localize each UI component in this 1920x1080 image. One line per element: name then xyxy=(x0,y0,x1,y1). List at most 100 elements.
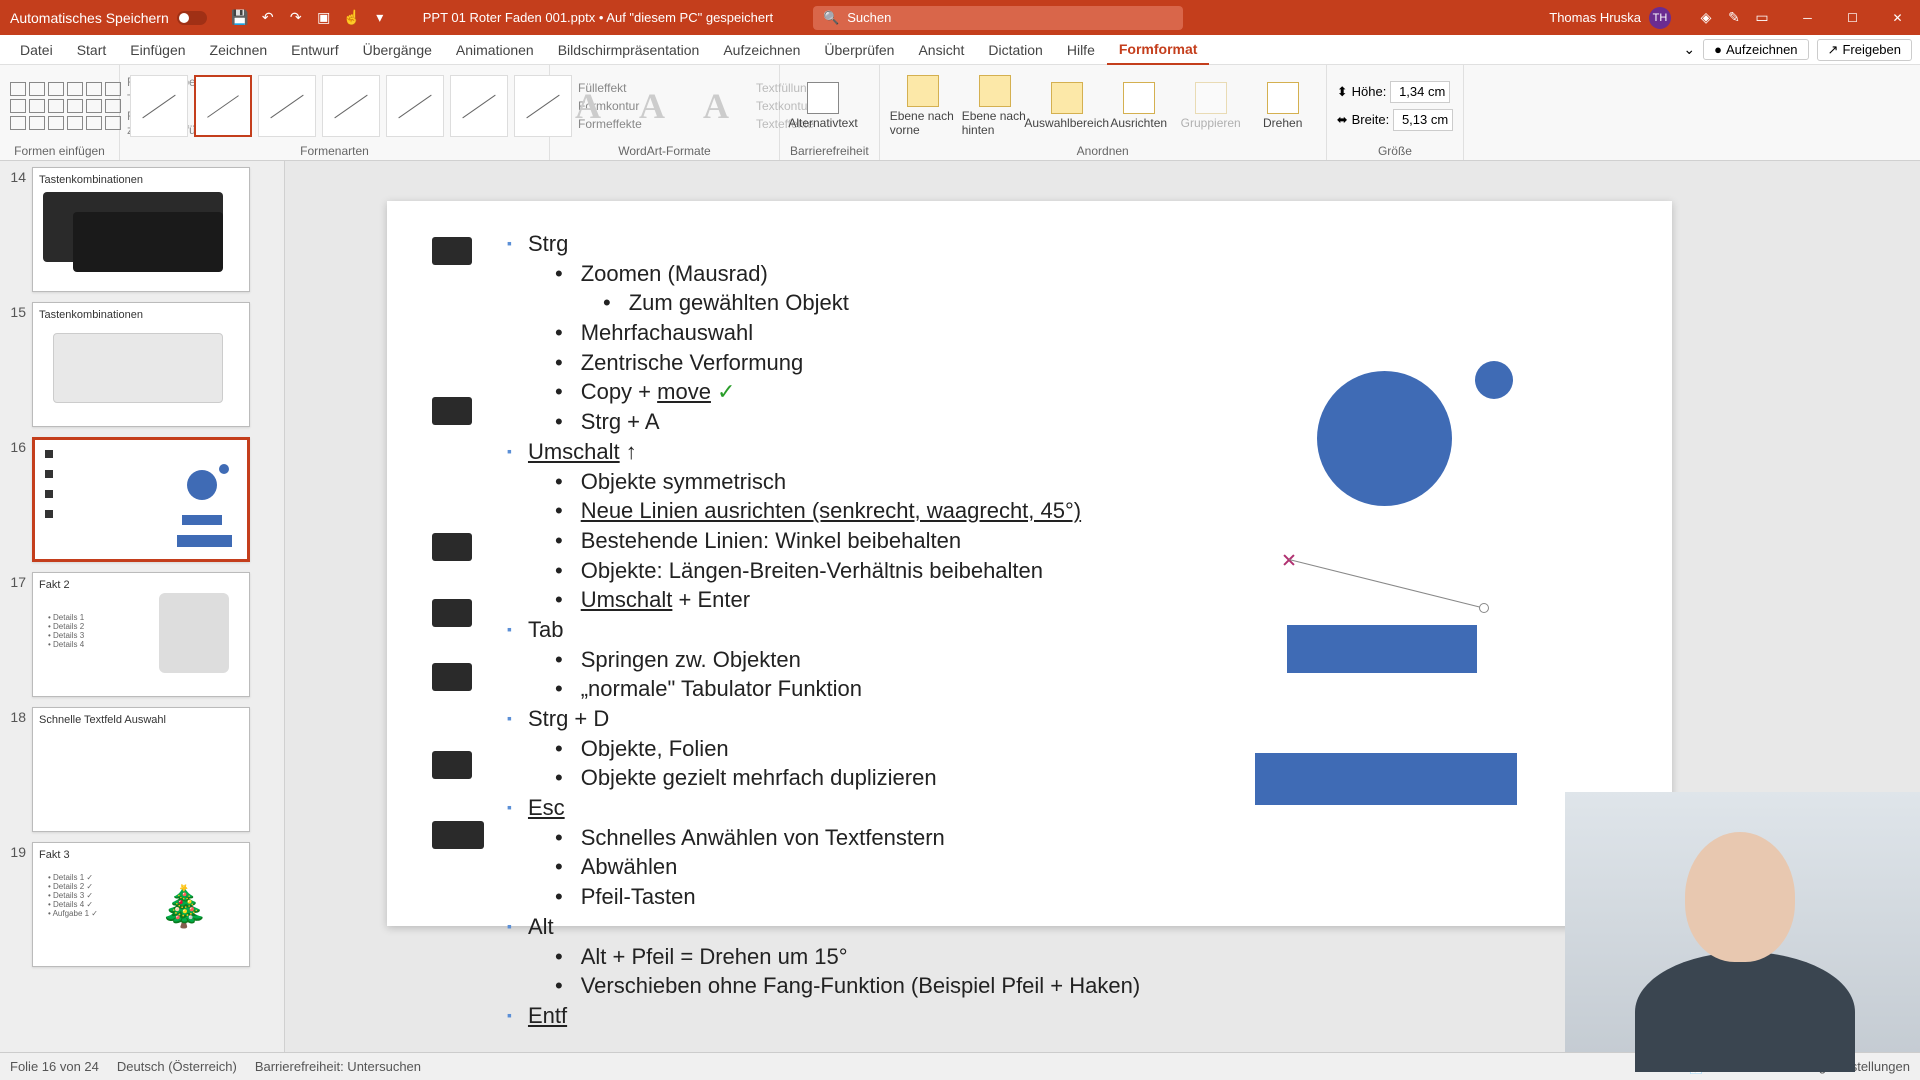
maximize-icon[interactable]: ☐ xyxy=(1830,0,1875,35)
rotate-icon xyxy=(1267,82,1299,114)
width-label: Breite: xyxy=(1352,112,1390,127)
alt-text-button[interactable]: Alternativtext xyxy=(790,82,856,130)
window-icon[interactable]: ▭ xyxy=(1753,9,1771,27)
thumb-number: 17 xyxy=(4,572,26,697)
present-icon[interactable]: ▣ xyxy=(315,9,333,27)
thumb-number: 19 xyxy=(4,842,26,967)
alt-text-icon xyxy=(807,82,839,114)
key-image xyxy=(432,599,472,627)
group-wordart: A A A Textfüllung Textkontur Texteffekte… xyxy=(550,65,780,160)
tab-ueberpruefen[interactable]: Überprüfen xyxy=(812,35,906,65)
slide-thumbnail[interactable] xyxy=(32,437,250,562)
tab-ansicht[interactable]: Ansicht xyxy=(906,35,976,65)
style-item[interactable] xyxy=(450,75,508,137)
slide-thumbnail[interactable]: Schnelle Textfeld Auswahl xyxy=(32,707,250,832)
tab-hilfe[interactable]: Hilfe xyxy=(1055,35,1107,65)
send-backward-button[interactable]: Ebene nach hinten xyxy=(962,75,1028,137)
slide-thumbnail[interactable]: Fakt 3 🎄 • Details 1 ✓• Details 2 ✓• Det… xyxy=(32,842,250,967)
key-image xyxy=(432,821,484,849)
tab-formformat[interactable]: Formformat xyxy=(1107,35,1210,65)
collapse-ribbon-icon[interactable]: ⌄ xyxy=(1683,41,1695,58)
group-button: Gruppieren xyxy=(1178,82,1244,130)
style-item[interactable] xyxy=(194,75,252,137)
key-image xyxy=(432,663,472,691)
touch-icon[interactable]: ☝ xyxy=(343,9,361,27)
undo-icon[interactable]: ↶ xyxy=(259,9,277,27)
record-button[interactable]: ● Aufzeichnen xyxy=(1703,39,1808,60)
share-button[interactable]: ↗ Freigeben xyxy=(1817,39,1912,61)
redo-icon[interactable]: ↷ xyxy=(287,9,305,27)
window-controls: ─ ☐ ✕ xyxy=(1785,0,1920,35)
avatar: TH xyxy=(1649,7,1671,29)
style-item[interactable] xyxy=(258,75,316,137)
group-label: Barrierefreiheit xyxy=(790,142,869,158)
line-end-handle[interactable] xyxy=(1479,603,1489,613)
tab-entwurf[interactable]: Entwurf xyxy=(279,35,350,65)
style-item[interactable] xyxy=(130,75,188,137)
user-account[interactable]: Thomas Hruska TH xyxy=(1537,7,1683,29)
width-input[interactable] xyxy=(1393,109,1453,131)
wordart-gallery[interactable]: A A A xyxy=(560,78,744,134)
slide-thumbnail[interactable]: Fakt 2 • Details 1• Details 2• Details 3… xyxy=(32,572,250,697)
slide-thumbnails-panel[interactable]: 14 Tastenkombinationen 15 Tastenkombinat… xyxy=(0,161,285,1052)
style-item[interactable] xyxy=(322,75,380,137)
group-label: WordArt-Formate xyxy=(560,142,769,158)
shape-circle-small[interactable] xyxy=(1475,361,1513,399)
shape-styles-gallery[interactable] xyxy=(130,75,572,137)
tab-aufzeichnen[interactable]: Aufzeichnen xyxy=(711,35,812,65)
autosave-label: Automatisches Speichern xyxy=(10,10,169,26)
shapes-gallery[interactable] xyxy=(10,82,121,130)
bullet-list[interactable]: StrgZoomen (Mausrad)Zum gewählten Objekt… xyxy=(507,229,1140,1031)
selection-pane-button[interactable]: Auswahlbereich xyxy=(1034,82,1100,130)
tab-dictation[interactable]: Dictation xyxy=(976,35,1054,65)
tab-zeichnen[interactable]: Zeichnen xyxy=(198,35,280,65)
style-item[interactable] xyxy=(386,75,444,137)
coming-soon-icon[interactable]: ◈ xyxy=(1697,9,1715,27)
group-icon xyxy=(1195,82,1227,114)
slide-thumbnail[interactable]: Tastenkombinationen xyxy=(32,302,250,427)
search-box[interactable]: 🔍 Suchen xyxy=(813,6,1183,30)
more-icon[interactable]: ▾ xyxy=(371,9,389,27)
slide-counter[interactable]: Folie 16 von 24 xyxy=(10,1059,99,1074)
shape-circle[interactable] xyxy=(1317,371,1452,506)
wordart-item[interactable]: A xyxy=(624,78,680,134)
height-label: Höhe: xyxy=(1352,84,1387,99)
ribbon: Form bearbeiten Textfeld Formen zusammen… xyxy=(0,65,1920,161)
quick-access-toolbar: 💾 ↶ ↷ ▣ ☝ ▾ xyxy=(217,9,403,27)
minimize-icon[interactable]: ─ xyxy=(1785,0,1830,35)
shape-rectangle[interactable] xyxy=(1255,753,1517,805)
bring-forward-button[interactable]: Ebene nach vorne xyxy=(890,75,956,137)
slide[interactable]: StrgZoomen (Mausrad)Zum gewählten Objekt… xyxy=(387,201,1672,926)
toggle-icon[interactable] xyxy=(177,11,207,25)
style-item[interactable] xyxy=(514,75,572,137)
align-icon xyxy=(1123,82,1155,114)
close-icon[interactable]: ✕ xyxy=(1875,0,1920,35)
group-arrange: Ebene nach vorne Ebene nach hinten Auswa… xyxy=(880,65,1327,160)
group-size: ⬍Höhe: ⬌Breite: Größe xyxy=(1327,65,1464,160)
language-status[interactable]: Deutsch (Österreich) xyxy=(117,1059,237,1074)
slide-thumbnail[interactable]: Tastenkombinationen xyxy=(32,167,250,292)
pen-icon[interactable]: ✎ xyxy=(1725,9,1743,27)
rotate-button[interactable]: Drehen xyxy=(1250,82,1316,130)
tab-bildschirm[interactable]: Bildschirmpräsentation xyxy=(546,35,712,65)
align-button[interactable]: Ausrichten xyxy=(1106,82,1172,130)
height-input[interactable] xyxy=(1390,81,1450,103)
shape-line[interactable] xyxy=(1289,559,1483,608)
save-icon[interactable]: 💾 xyxy=(231,9,249,27)
wordart-item[interactable]: A xyxy=(688,78,744,134)
tab-animationen[interactable]: Animationen xyxy=(444,35,546,65)
tab-datei[interactable]: Datei xyxy=(8,35,65,65)
group-shape-styles: Fülleffekt Formkontur Formeffekte Formen… xyxy=(120,65,550,160)
backward-icon xyxy=(979,75,1011,107)
key-image xyxy=(432,533,472,561)
tab-start[interactable]: Start xyxy=(65,35,119,65)
accessibility-status[interactable]: Barrierefreiheit: Untersuchen xyxy=(255,1059,421,1074)
shape-rectangle[interactable] xyxy=(1287,625,1477,673)
tab-einfuegen[interactable]: Einfügen xyxy=(118,35,197,65)
webcam-overlay xyxy=(1565,792,1920,1052)
tab-uebergaenge[interactable]: Übergänge xyxy=(351,35,444,65)
thumb-number: 16 xyxy=(4,437,26,562)
document-title[interactable]: PPT 01 Roter Faden 001.pptx • Auf "diese… xyxy=(403,10,793,25)
selection-icon xyxy=(1051,82,1083,114)
autosave-toggle[interactable]: Automatisches Speichern xyxy=(0,10,217,26)
